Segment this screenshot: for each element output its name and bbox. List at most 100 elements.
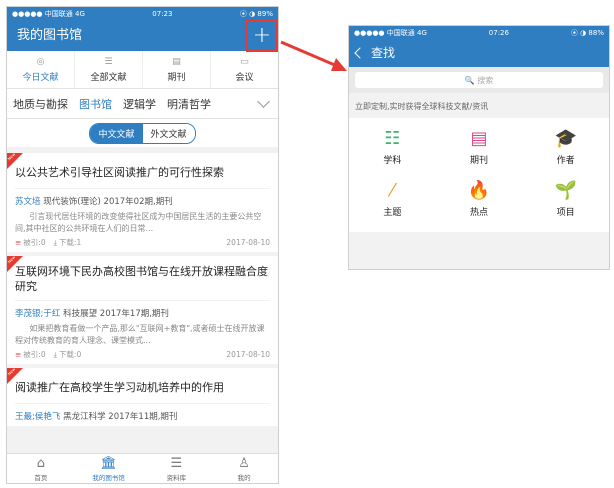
tab-label: 今日文献 — [22, 72, 59, 83]
chevron-down-icon[interactable] — [257, 94, 270, 108]
category-hot[interactable]: 🔥 热点 — [436, 180, 523, 218]
article-source: 科技展望 2017年17期,期刊 — [63, 309, 169, 319]
literature-tabs: ◎ 今日文献 ☰ 全部文献 ▤ 期刊 ▭ 会议 — [7, 51, 278, 89]
download-count: 下载:0 — [58, 350, 82, 359]
foreign-literature-toggle[interactable]: 外文文献 — [142, 123, 195, 143]
search-screen: ●●●●● 中国联通 4G 07:26 ⦿ ◑ 88% 查找 🔍 搜索 立即定制… — [348, 25, 610, 270]
article-source: 现代装饰(理论) 2017年02期,期刊 — [43, 197, 173, 207]
article-title[interactable]: 阅读推广在高校学生学习动机培养中的作用 — [15, 374, 270, 403]
battery-label: ⦿ ◑ 88% — [570, 29, 604, 37]
list-icon: ☰ — [104, 56, 113, 67]
add-button[interactable]: + — [246, 19, 278, 52]
tab-journal[interactable]: ▤ 期刊 — [143, 51, 211, 88]
fire-icon: 🔥 — [467, 180, 491, 201]
tab-label: 首页 — [34, 474, 48, 482]
article-source: 黑龙江科学 2017年11期,期刊 — [63, 412, 178, 422]
language-segmented-control: 中文文献 外文文献 — [89, 122, 196, 144]
article-card[interactable]: New 阅读推广在高校学生学习动机培养中的作用 王最;侯艳飞 黑龙江科学 201… — [7, 367, 278, 426]
search-category-grid: ☷ 学科 ▤ 期刊 🎓 作者 ⁄ 主题 🔥 热点 🌱 项目 — [349, 118, 609, 232]
conference-icon: ▭ — [240, 56, 249, 67]
article-title[interactable]: 互联网环境下民办高校图书馆与在线开放课程融合度研究 — [15, 262, 270, 300]
article-meta: 苏文培 现代装饰(理论) 2017年02期,期刊 — [15, 188, 270, 207]
download-icon: ⤓ — [53, 237, 57, 247]
article-authors: 王最;侯艳飞 — [15, 412, 61, 422]
article-meta: 李茂银;于红 科技展望 2017年17期,期刊 — [15, 300, 270, 319]
user-icon: ♙ — [238, 456, 250, 471]
topic-icon: ⁄ — [390, 180, 394, 201]
category-label: 作者 — [556, 156, 575, 166]
annotation-arrow — [280, 40, 347, 71]
bottom-tab-bar: ⌂ 首页 🏛 我的图书馆 ☰ 资料库 ♙ 我的 — [7, 453, 278, 483]
subject-icon: ☷ — [384, 128, 401, 149]
article-authors: 苏文培 — [15, 197, 41, 207]
library-screen: ●●●●● 中国联通 4G 07:23 ⦿ ◑ 89% 我的图书馆 + ◎ 今日… — [6, 6, 279, 484]
tab-me[interactable]: ♙ 我的 — [210, 454, 278, 483]
tab-my-library[interactable]: 🏛 我的图书馆 — [75, 454, 143, 483]
author-icon: 🎓 — [554, 128, 577, 149]
subject-item[interactable]: 地质与勘探 — [13, 96, 68, 112]
language-switch-row: 中文文献 外文文献 — [7, 119, 278, 147]
category-journal[interactable]: ▤ 期刊 — [436, 128, 523, 166]
subject-item[interactable]: 明清哲学 — [167, 96, 211, 112]
category-label: 项目 — [556, 208, 575, 218]
time-label: 07:23 — [152, 10, 173, 18]
article-card[interactable]: New 以公共艺术引导社区阅读推广的可行性探索 苏文培 现代装饰(理论) 201… — [7, 152, 278, 252]
journal-icon: ▤ — [470, 128, 488, 149]
category-label: 期刊 — [469, 156, 488, 166]
sprout-icon: 🌱 — [554, 180, 577, 201]
chinese-literature-toggle[interactable]: 中文文献 — [90, 123, 143, 143]
cited-count: 被引:0 — [23, 238, 46, 247]
article-title[interactable]: 以公共艺术引导社区阅读推广的可行性探索 — [15, 159, 270, 188]
nav-bar: 我的图书馆 + — [7, 19, 278, 52]
page-title: 我的图书馆 — [17, 28, 83, 43]
article-meta: 王最;侯艳飞 黑龙江科学 2017年11期,期刊 — [15, 403, 270, 422]
category-project[interactable]: 🌱 项目 — [522, 180, 609, 218]
battery-label: ⦿ ◑ 89% — [239, 10, 273, 18]
tab-label: 全部文献 — [90, 72, 127, 83]
journal-icon: ▤ — [172, 56, 181, 67]
article-footer: ≡ 被引:0 ⤓ 下载:0 2017-08-10 — [15, 349, 270, 360]
subscription-promo[interactable]: 立即定制,实时获得全球科技文献/资讯 — [349, 93, 609, 118]
download-count: 下载:1 — [58, 238, 82, 247]
tab-database[interactable]: ☰ 资料库 — [143, 454, 211, 483]
category-topic[interactable]: ⁄ 主题 — [349, 180, 436, 218]
cite-icon: ≡ — [15, 238, 22, 247]
tab-label: 会议 — [235, 72, 254, 83]
category-label: 主题 — [383, 208, 402, 218]
time-label: 07:26 — [488, 29, 509, 37]
category-author[interactable]: 🎓 作者 — [522, 128, 609, 166]
subject-bar: 地质与勘探 图书馆 逻辑学 明清哲学 — [7, 89, 278, 119]
back-icon[interactable] — [354, 47, 366, 59]
category-subject[interactable]: ☷ 学科 — [349, 128, 436, 166]
tab-all[interactable]: ☰ 全部文献 — [75, 51, 143, 88]
tab-today[interactable]: ◎ 今日文献 — [7, 51, 75, 88]
tab-label: 我的图书馆 — [92, 474, 125, 482]
tab-home[interactable]: ⌂ 首页 — [7, 454, 75, 483]
subject-item[interactable]: 逻辑学 — [123, 96, 156, 112]
home-icon: ⌂ — [36, 456, 45, 471]
today-icon: ◎ — [36, 56, 45, 67]
download-icon: ⤓ — [53, 349, 57, 359]
cite-icon: ≡ — [15, 350, 22, 359]
article-date: 2017-08-10 — [226, 350, 270, 359]
tab-conference[interactable]: ▭ 会议 — [211, 51, 278, 88]
subject-item-active[interactable]: 图书馆 — [79, 96, 112, 112]
database-icon: ☰ — [170, 456, 183, 471]
article-footer: ≡ 被引:0 ⤓ 下载:1 2017-08-10 — [15, 237, 270, 248]
article-abstract: 如果把教育看做一个产品,那么"互联网+教育",或者硕士在线开放课程对传统教育的育… — [15, 324, 265, 345]
article-authors: 李茂银;于红 — [15, 309, 61, 319]
page-title: 查找 — [371, 46, 396, 60]
tab-label: 我的 — [237, 474, 251, 482]
carrier-label: ●●●●● 中国联通 4G — [12, 10, 85, 18]
nav-bar: 查找 — [349, 40, 609, 67]
category-label: 学科 — [383, 156, 402, 166]
cited-count: 被引:0 — [23, 350, 46, 359]
article-card[interactable]: New 互联网环境下民办高校图书馆与在线开放课程融合度研究 李茂银;于红 科技展… — [7, 255, 278, 364]
search-input[interactable]: 🔍 搜索 — [355, 72, 603, 88]
tab-label: 资料库 — [166, 474, 187, 482]
library-icon: 🏛 — [100, 456, 117, 471]
category-label: 热点 — [469, 208, 488, 218]
search-bar: 🔍 搜索 — [349, 67, 609, 93]
status-bar: ●●●●● 中国联通 4G 07:26 ⦿ ◑ 88% — [349, 26, 609, 40]
article-date: 2017-08-10 — [226, 238, 270, 247]
